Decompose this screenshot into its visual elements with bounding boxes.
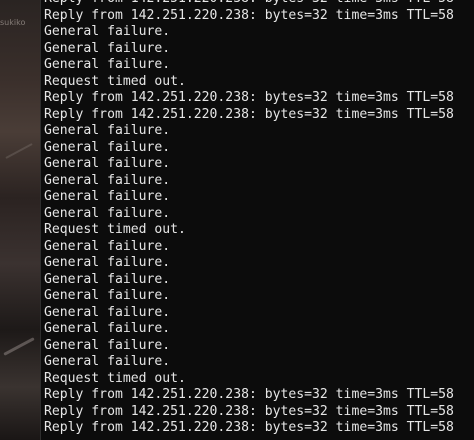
terminal-line: General failure. bbox=[44, 288, 171, 303]
desktop-window-title-fragment: sukiko bbox=[0, 18, 26, 27]
screen: sukiko Reply from 142.251.220.238: bytes… bbox=[0, 0, 474, 440]
terminal-line: General failure. bbox=[44, 354, 171, 369]
terminal-line: Request timed out. bbox=[44, 370, 186, 386]
terminal-line: Reply from 142.251.220.238: bytes=32 tim… bbox=[44, 106, 454, 122]
terminal-line: General failure. bbox=[44, 156, 171, 171]
terminal-line: General failure. bbox=[44, 123, 171, 138]
terminal-line: General failure. bbox=[44, 304, 171, 320]
terminal-line: Reply from 142.251.220.238: bytes=32 tim… bbox=[44, 90, 454, 105]
terminal-line: Reply from 142.251.220.238: bytes=32 tim… bbox=[44, 0, 454, 8]
terminal-line: Reply from 142.251.220.238: bytes=32 tim… bbox=[44, 387, 454, 402]
terminal-window[interactable]: Reply from 142.251.220.238: bytes=32 tim… bbox=[40, 0, 474, 440]
terminal-line: General failure. bbox=[44, 24, 171, 39]
terminal-line: Request timed out. bbox=[44, 73, 186, 89]
terminal-line: General failure. bbox=[44, 321, 171, 336]
terminal-line: Reply from 142.251.220.238: bytes=32 tim… bbox=[44, 420, 454, 435]
terminal-line: General failure. bbox=[44, 139, 171, 155]
terminal-line: Request timed out. bbox=[44, 222, 186, 237]
terminal-line: Reply from 142.251.220.238: bytes=32 tim… bbox=[44, 403, 454, 419]
terminal-output: Reply from 142.251.220.238: bytes=32 tim… bbox=[44, 0, 454, 437]
terminal-line: General failure. bbox=[44, 189, 171, 204]
terminal-line: General failure. bbox=[44, 337, 171, 353]
terminal-line: General failure. bbox=[44, 271, 171, 287]
terminal-line: Reply from 142.251.220.238: bytes=32 tim… bbox=[44, 7, 454, 23]
terminal-line: General failure. bbox=[44, 40, 171, 56]
terminal-line: General failure. bbox=[44, 205, 171, 221]
desktop-wallpaper: sukiko bbox=[0, 0, 40, 440]
terminal-line: General failure. bbox=[44, 255, 171, 270]
terminal-line: General failure. bbox=[44, 238, 171, 254]
terminal-line: General failure. bbox=[44, 57, 171, 72]
terminal-line: General failure. bbox=[44, 172, 171, 188]
